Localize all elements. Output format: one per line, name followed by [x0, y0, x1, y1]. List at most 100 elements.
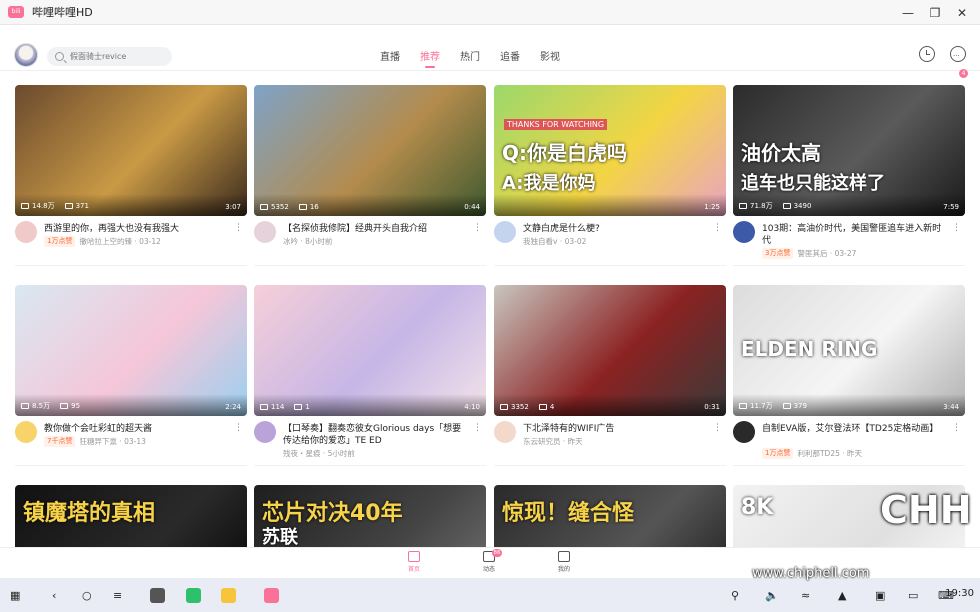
more-options-icon[interactable]: ⋮ [473, 224, 482, 233]
play-count-icon [260, 204, 268, 210]
video-title[interactable]: 【口琴奏】翻奏恋彼女Glorious days「想要传达给你的爱恋」TE ED [283, 423, 468, 447]
tab-3[interactable]: 追番 [500, 48, 520, 70]
uploader-avatar[interactable] [15, 421, 37, 443]
video-card[interactable]: 3352 4 0:31 下北泽特有的WIFI广告 东云研究员 · 昨天 ⋮ [494, 285, 726, 466]
video-stats: 8.5万 95 [21, 401, 90, 411]
uploader-avatar[interactable] [733, 221, 755, 243]
recents-icon[interactable]: ≡ [113, 587, 122, 603]
clipboard-icon[interactable]: ▣ [875, 587, 885, 603]
video-title[interactable]: 【名探侦我修院】经典开头自我介绍 [283, 223, 468, 235]
uploader-name[interactable]: 东云研究员 [523, 436, 561, 447]
settings-app-icon[interactable] [150, 587, 165, 603]
uploader-name[interactable]: 残夜・星痕 [283, 448, 321, 459]
play-count-icon [260, 404, 268, 410]
meta-separator: · [298, 237, 306, 246]
video-thumbnail[interactable]: 镇魔塔的真相 [15, 485, 247, 547]
video-thumbnail[interactable]: 芯片对决40年 苏联 [254, 485, 486, 547]
uploader-name[interactable]: 警匪其后 [797, 248, 827, 259]
uploader-name[interactable]: 冰吟 [283, 236, 298, 247]
message-icon[interactable]: ... [950, 46, 966, 62]
back-icon[interactable]: ‹ [52, 587, 56, 603]
tabbar-item-2[interactable]: 我的 [544, 551, 584, 573]
uploader-avatar[interactable] [15, 221, 37, 243]
video-thumbnail[interactable]: ELDEN RING 11.7万 379 3:44 [733, 285, 965, 416]
tab-4[interactable]: 影视 [540, 48, 560, 70]
upload-date: 03-02 [564, 237, 587, 246]
video-title[interactable]: 103期：高油价时代，美国警匪追车进入新时代 [762, 223, 947, 247]
video-thumbnail[interactable]: 14.8万 371 3:07 [15, 85, 247, 216]
more-options-icon[interactable]: ⋮ [952, 224, 961, 233]
video-card[interactable]: 镇魔塔的真相 [15, 485, 247, 547]
tabbar-item-0[interactable]: 首页 [394, 551, 434, 573]
uploader-avatar[interactable] [254, 221, 276, 243]
restore-button[interactable]: ❐ [923, 0, 947, 25]
video-card[interactable]: 芯片对决40年 苏联 [254, 485, 486, 547]
tab-2[interactable]: 热门 [460, 48, 480, 70]
video-card[interactable]: 5352 16 0:44 【名探侦我修院】经典开头自我介绍 冰吟 · 8小时前 ⋮ [254, 85, 486, 266]
user-avatar[interactable] [14, 43, 38, 67]
history-icon[interactable] [919, 46, 935, 62]
video-title[interactable]: 教你做个会吐彩虹的超天酱 [44, 423, 229, 435]
search-bar[interactable] [47, 47, 172, 66]
video-card[interactable]: THANKS FOR WATCHING Q:你是白虎吗 A:我是你妈 1:25 文静白虎… [494, 85, 726, 266]
video-card[interactable]: 114 1 4:10 【口琴奏】翻奏恋彼女Glorious days「想要传达给你的爱… [254, 285, 486, 466]
bilibili-taskbar-icon[interactable] [264, 587, 279, 603]
video-card[interactable]: 8.5万 95 2:24 教你做个会吐彩虹的超天酱 7千点赞 狂糖异下禀 · 03-13 ⋮ [15, 285, 247, 466]
video-thumbnail[interactable]: 5352 16 0:44 [254, 85, 486, 216]
home-circle-icon[interactable]: ○ [82, 587, 92, 603]
uploader-name[interactable]: 我独自看v [523, 236, 557, 247]
close-button[interactable]: ✕ [950, 0, 974, 25]
card-divider [15, 265, 247, 266]
upload-date: 03-27 [834, 249, 857, 258]
danmaku-count-icon [294, 404, 303, 410]
search-input[interactable] [70, 52, 165, 61]
uploader-avatar[interactable] [254, 421, 276, 443]
search-taskbar-icon[interactable]: ⚲ [731, 587, 739, 603]
video-thumbnail[interactable]: 3352 4 0:31 [494, 285, 726, 416]
video-title[interactable]: 文静白虎是什么梗? [523, 223, 708, 235]
video-card[interactable]: 油价太高 追车也只能这样了 71.8万 3490 7:59 103期：高油价时代，美国警匪… [733, 85, 965, 266]
video-title[interactable]: 西游里的你，再强大也没有我强大 [44, 223, 229, 235]
minimize-button[interactable]: — [896, 0, 920, 25]
tabbar-item-1[interactable]: 动态 86 [469, 549, 509, 573]
battery-icon: ▭ [908, 588, 919, 602]
tab-1[interactable]: 推荐 [420, 48, 440, 70]
uploader-avatar[interactable] [494, 421, 516, 443]
like-badge: 7千点赞 [44, 436, 76, 447]
uploader-avatar[interactable] [494, 221, 516, 243]
green-app-icon[interactable] [186, 587, 201, 603]
volume-icon[interactable]: 🔈 [765, 587, 779, 603]
wifi-icon[interactable]: ≈ [801, 587, 810, 603]
video-card[interactable]: ELDEN RING 11.7万 379 3:44 自制EVA版，艾尔登法环【TD25定… [733, 285, 965, 466]
card-divider [15, 465, 247, 466]
video-thumbnail[interactable]: 8.5万 95 2:24 [15, 285, 247, 416]
video-card[interactable]: 14.8万 371 3:07 西游里的你，再强大也没有我强大 1万点赞 撒哈拉上空的臻 ·… [15, 85, 247, 266]
uploader-avatar[interactable] [733, 421, 755, 443]
more-options-icon[interactable]: ⋮ [234, 224, 243, 233]
bilibili-app-icon: bili [8, 6, 24, 18]
more-options-icon[interactable]: ⋮ [234, 424, 243, 433]
video-thumbnail[interactable]: 114 1 4:10 [254, 285, 486, 416]
video-title[interactable]: 自制EVA版，艾尔登法环【TD25定格动画】 [762, 423, 947, 435]
video-thumbnail[interactable]: 惊现！缝合怪 [494, 485, 726, 547]
uploader-name[interactable]: 撒哈拉上空的臻 [79, 236, 132, 247]
meta-separator: · [116, 437, 125, 446]
danmaku-count-icon [782, 203, 791, 209]
video-card[interactable]: 惊现！缝合怪 [494, 485, 726, 547]
tab-0[interactable]: 直播 [380, 48, 400, 70]
more-options-icon[interactable]: ⋮ [952, 424, 961, 433]
video-stats: 3352 4 [500, 403, 564, 411]
more-options-icon[interactable]: ⋮ [473, 424, 482, 433]
uploader-name[interactable]: 利利那TD25 [797, 448, 839, 459]
yellow-app-icon[interactable] [221, 587, 236, 603]
start-icon[interactable]: ▦ [10, 587, 20, 603]
navigation-icon[interactable]: ▲ [838, 587, 846, 603]
video-title[interactable]: 下北泽特有的WIFI广告 [523, 423, 708, 435]
uploader-name[interactable]: 狂糖异下禀 [79, 436, 117, 447]
video-thumbnail[interactable]: 油价太高 追车也只能这样了 71.8万 3490 7:59 [733, 85, 965, 216]
more-options-icon[interactable]: ⋮ [713, 424, 722, 433]
video-meta: 1万点赞 利利那TD25 · 昨天 [762, 448, 862, 459]
more-options-icon[interactable]: ⋮ [713, 224, 722, 233]
video-thumbnail[interactable]: THANKS FOR WATCHING Q:你是白虎吗 A:我是你妈 1:25 [494, 85, 726, 216]
site-watermark: www.chiphell.com [752, 566, 870, 581]
